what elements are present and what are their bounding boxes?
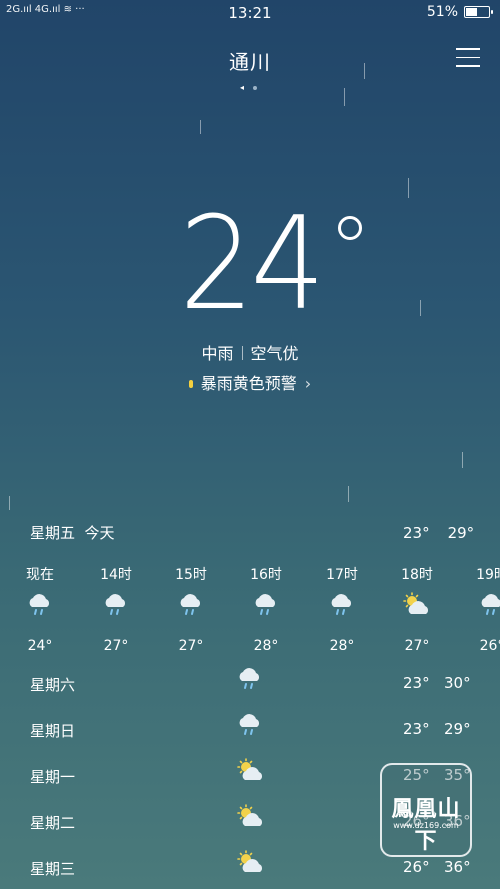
today-high: 29° (447, 524, 475, 542)
hourly-item: 17时 28° (312, 564, 372, 654)
day-weather-icon (236, 850, 266, 880)
page-indicator: ◂ (238, 84, 262, 92)
warning-text: 暴雨黄色预警 (200, 374, 297, 393)
hour-weather-icon (236, 592, 296, 632)
hour-temperature: 28° (329, 638, 355, 654)
day-name: 星期二 (30, 814, 76, 832)
rain-streak (344, 88, 346, 106)
day-high: 30° (444, 674, 471, 692)
hour-weather-icon (387, 592, 447, 632)
rain-streak (348, 486, 350, 502)
city-name[interactable]: 通川 (0, 46, 500, 75)
daily-row[interactable]: 星期六 23° 30° (30, 668, 480, 704)
condition-line: 中雨 空气优 (0, 340, 500, 364)
warning-dot-icon (188, 380, 193, 388)
sun-cloud-icon (237, 758, 263, 780)
current-temperature: 24 (0, 195, 500, 335)
hour-label: 15时 (175, 567, 207, 583)
hour-label: 17时 (326, 567, 358, 583)
battery-indicator: 51% (426, 4, 493, 20)
rain-cloud-icon (180, 594, 201, 615)
hour-temperature: 26° (479, 638, 500, 654)
hour-weather-icon (312, 592, 372, 632)
rain-cloud-icon (239, 714, 260, 735)
hour-weather-icon (161, 592, 221, 632)
rain-cloud-icon (29, 594, 50, 615)
hour-label: 现在 (26, 567, 54, 583)
hour-temperature: 27° (103, 638, 129, 654)
day-weather-icon (236, 666, 264, 696)
day-high: 36° (444, 858, 471, 876)
weather-warning[interactable]: 暴雨黄色预警 › (0, 370, 500, 394)
chevron-right-icon: › (304, 374, 312, 393)
watermark-logo: 鳳凰山下 www.dz169.com (380, 763, 472, 857)
hour-temperature: 24° (27, 638, 53, 654)
today-low: 23° (403, 524, 430, 542)
hour-label: 16时 (250, 567, 282, 583)
daily-row[interactable]: 星期三 26° 36° (30, 850, 480, 888)
day-name: 星期一 (30, 768, 76, 786)
day-name: 星期日 (30, 722, 76, 740)
page-dot (253, 86, 257, 90)
rain-streak (9, 496, 11, 510)
day-low: 23° (403, 674, 430, 692)
location-arrow-icon: ◂ (240, 83, 245, 92)
rain-cloud-icon (255, 594, 276, 615)
day-name: 星期三 (30, 860, 76, 878)
hour-weather-icon (462, 592, 500, 632)
day-low: 23° (403, 720, 430, 738)
day-high: 29° (444, 720, 471, 738)
battery-percent: 51% (426, 4, 458, 20)
rain-cloud-icon (105, 594, 126, 615)
today-range: 23° 29° (403, 524, 474, 542)
day-name: 星期六 (30, 676, 76, 694)
divider (241, 346, 243, 360)
hour-label: 14时 (100, 567, 132, 583)
daily-row[interactable]: 星期日 23° 29° (30, 714, 480, 750)
day-weather-icon (236, 758, 266, 788)
battery-fill (466, 8, 477, 16)
sun-cloud-icon (403, 592, 429, 614)
hourly-item: 15时 27° (161, 564, 221, 654)
status-bar: 2G.ııl 4G.ııl ≋ ··· 13:21 51% (0, 0, 500, 26)
hour-temperature: 27° (178, 638, 204, 654)
rain-cloud-icon (481, 594, 500, 615)
sun-cloud-icon (237, 850, 263, 872)
day-weather-icon (236, 712, 264, 742)
hour-temperature: 27° (404, 638, 430, 654)
watermark-url: www.dz169.com (393, 821, 459, 830)
rain-streak (364, 63, 366, 79)
temperature-value: 24 (178, 190, 325, 339)
rain-streak (200, 120, 202, 134)
degree-symbol-icon (338, 216, 362, 240)
rain-cloud-icon (331, 594, 352, 615)
battery-icon (464, 6, 493, 18)
day-low: 26° (403, 858, 430, 876)
rain-streak (462, 452, 464, 468)
hour-temperature: 28° (253, 638, 279, 654)
weather-condition: 中雨 (201, 344, 234, 363)
rain-cloud-icon (239, 668, 260, 689)
hour-label: 19时 (476, 567, 500, 583)
today-label: 星期五 今天 (30, 524, 115, 542)
air-quality[interactable]: 空气优 (251, 344, 299, 363)
sun-cloud-icon (237, 804, 263, 826)
hourly-item: 现在 24° (10, 564, 70, 654)
hourly-item: 19时 26° (462, 564, 500, 654)
hamburger-menu-icon[interactable] (456, 48, 480, 68)
day-weather-icon (236, 804, 266, 834)
hour-label: 18时 (401, 567, 433, 583)
hour-weather-icon (86, 592, 146, 632)
hourly-item: 14时 27° (86, 564, 146, 654)
hourly-item: 16时 28° (236, 564, 296, 654)
hourly-item: 18时 27° (387, 564, 447, 654)
status-time: 13:21 (228, 4, 272, 22)
hour-weather-icon (10, 592, 70, 632)
